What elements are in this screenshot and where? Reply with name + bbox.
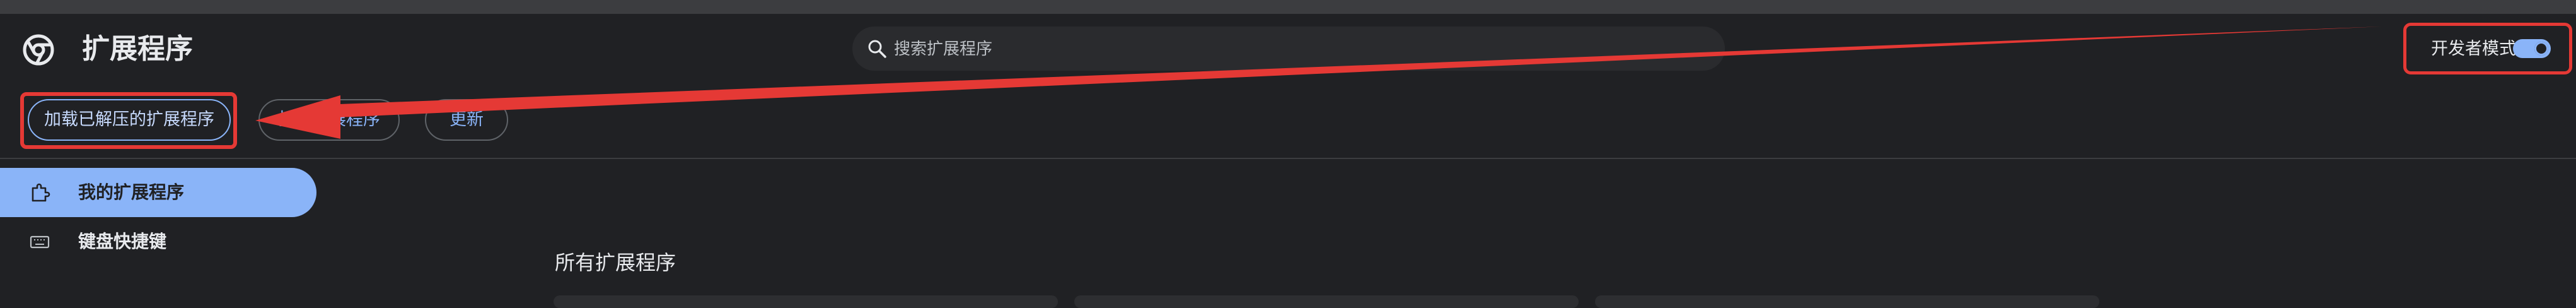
page-title: 扩展程序: [82, 33, 193, 65]
extension-card[interactable]: [554, 295, 1058, 308]
search-icon: [868, 40, 886, 58]
sidebar: 我的扩展程序 键盘快捷键: [0, 159, 322, 304]
puzzle-icon: [32, 183, 50, 202]
sidebar-item-keyboard-shortcuts[interactable]: 键盘快捷键: [0, 217, 316, 266]
toolbar-divider: [0, 158, 2576, 159]
update-button[interactable]: 更新: [425, 99, 508, 141]
keyboard-icon: [30, 235, 50, 249]
toggle-knob: [2534, 42, 2548, 56]
sidebar-item-my-extensions[interactable]: 我的扩展程序: [0, 168, 316, 217]
chrome-logo-icon: [23, 34, 54, 66]
sidebar-item-label: 键盘快捷键: [78, 231, 167, 252]
developer-mode-toggle[interactable]: [2513, 39, 2551, 58]
sidebar-item-label: 我的扩展程序: [78, 182, 185, 203]
window-top-strip: [0, 0, 2576, 14]
pack-extension-button[interactable]: 打包扩展程序: [258, 99, 400, 141]
extension-card[interactable]: [1595, 295, 2099, 308]
search-input[interactable]: [893, 36, 1702, 62]
load-unpacked-button[interactable]: 加载已解压的扩展程序: [28, 99, 231, 141]
developer-mode-label: 开发者模式: [2431, 39, 2516, 59]
section-title: 所有扩展程序: [555, 251, 676, 275]
search-box[interactable]: [852, 27, 1725, 71]
extension-card[interactable]: [1074, 295, 1579, 308]
